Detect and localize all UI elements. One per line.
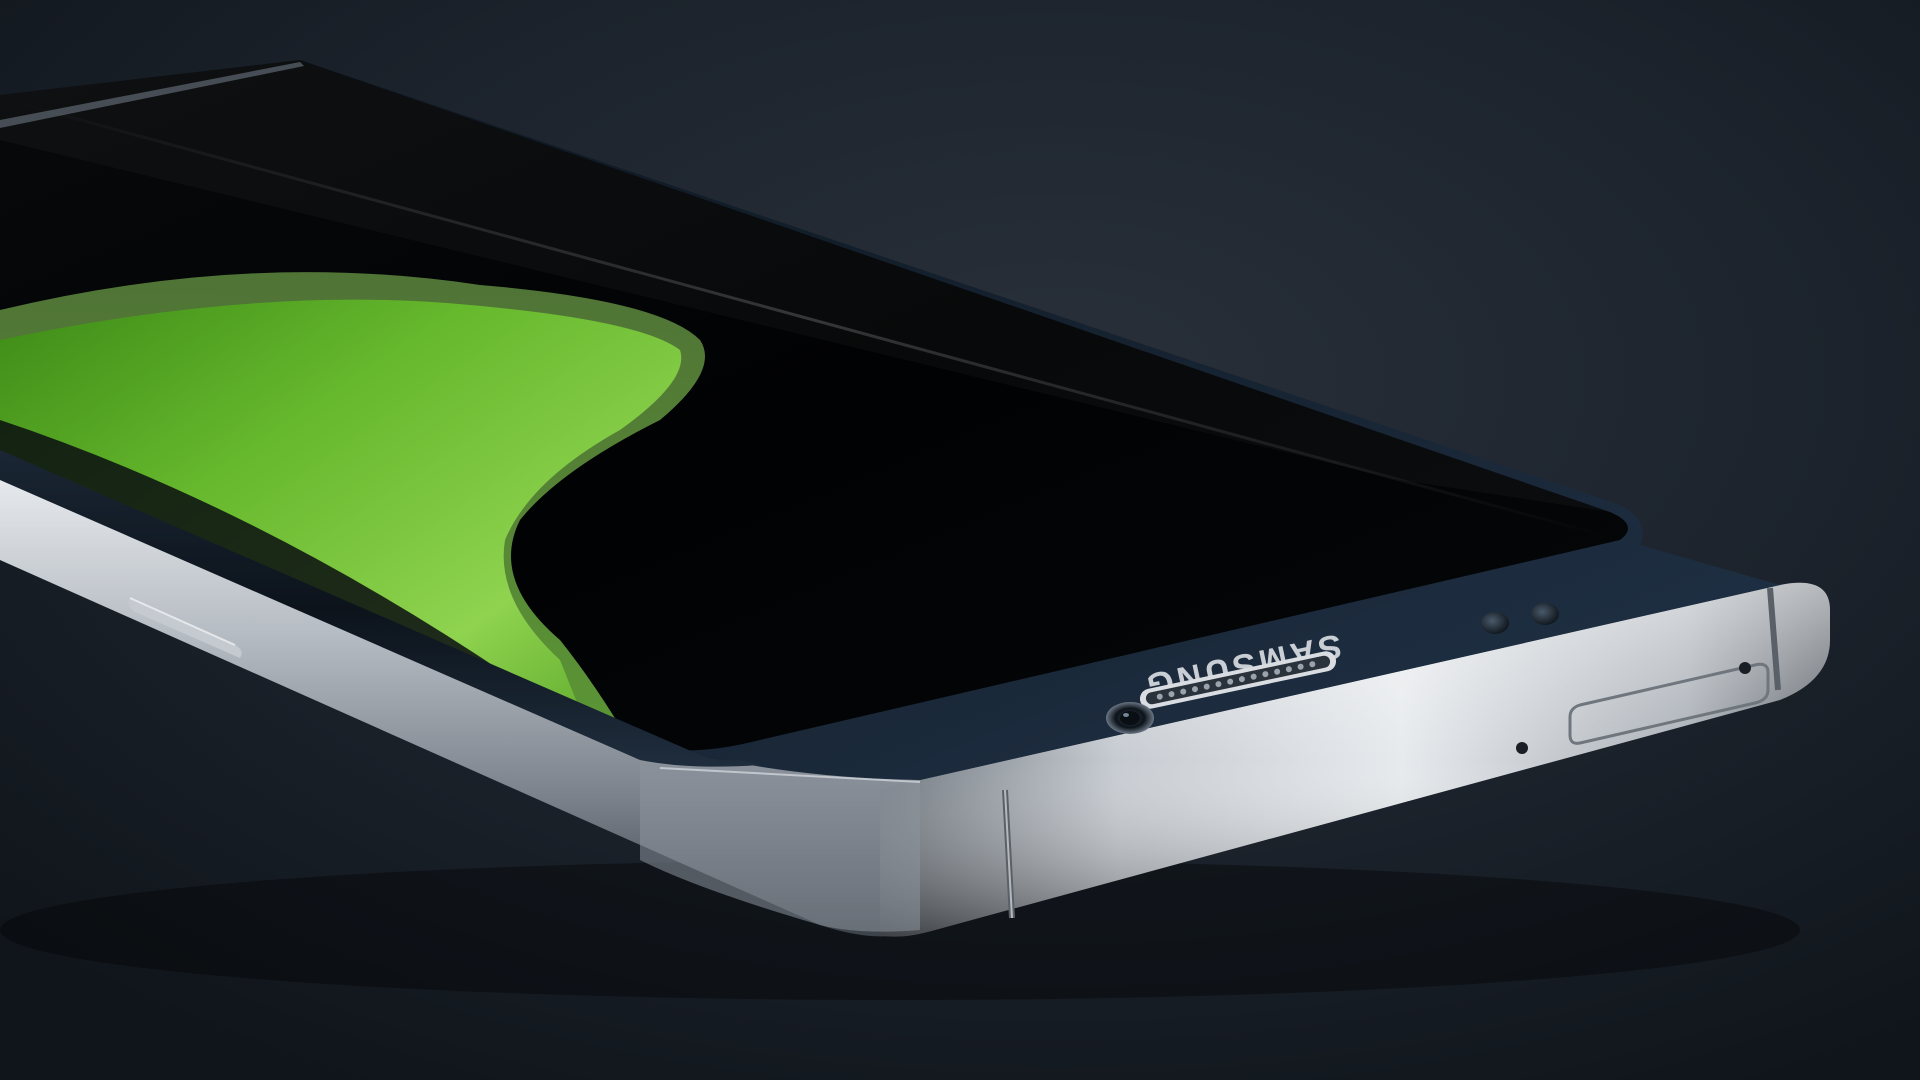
sim-eject-hole bbox=[1739, 662, 1751, 674]
phone-illustration: SAMSUNG bbox=[0, 0, 1920, 1080]
product-photo: SAMSUNG bbox=[0, 0, 1920, 1080]
front-camera bbox=[1106, 702, 1154, 734]
microphone-hole bbox=[1516, 742, 1528, 754]
light-sensor bbox=[1531, 603, 1559, 625]
proximity-sensor bbox=[1481, 612, 1509, 634]
